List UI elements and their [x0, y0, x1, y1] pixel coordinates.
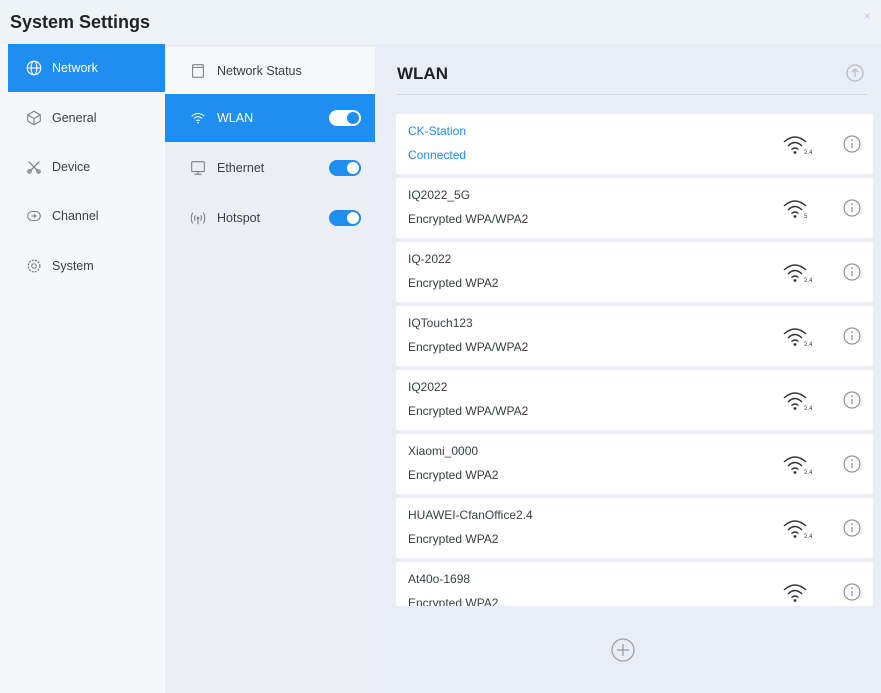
wifi-band-label: 2.4 [804, 534, 813, 540]
globe-icon [24, 58, 44, 78]
network-status: Connected [408, 148, 467, 162]
toggle-knob [347, 162, 359, 174]
network-ssid: IQ2022_5G [408, 188, 471, 202]
info-icon[interactable] [842, 134, 862, 154]
network-list: CK-Station Connected 2.4 IQ2022_5G Encry… [396, 114, 873, 606]
wifi-band-label: 2.4 [804, 342, 813, 348]
network-status: Encrypted WPA/WPA2 [408, 404, 529, 418]
document-icon [187, 60, 209, 82]
info-icon[interactable] [842, 582, 862, 602]
submenu-item-network-status[interactable]: Network Status [165, 47, 375, 95]
submenu-item-label: Network Status [217, 64, 302, 78]
wifi-signal-icon [780, 194, 814, 222]
sidebar-item-channel[interactable]: Channel [8, 192, 165, 240]
sidebar-item-general[interactable]: General [8, 94, 165, 142]
plus-circle-icon [611, 638, 635, 662]
network-row[interactable]: IQ-2022 Encrypted WPA2 2.4 [396, 242, 873, 302]
wifi-icon [187, 107, 209, 129]
wlan-panel: WLAN CK-Station Connected 2.4 IQ2022_5G … [375, 44, 881, 693]
wifi-band-label: 5 [804, 214, 808, 220]
sidebar-item-label: Device [52, 160, 91, 174]
network-ssid: At40o-1698 [408, 572, 471, 586]
info-icon[interactable] [842, 262, 862, 282]
sidebar-item-device[interactable]: Device [8, 143, 165, 191]
sidebar-item-label: Network [52, 61, 98, 75]
network-status: Encrypted WPA2 [408, 532, 499, 546]
hotspot-icon [187, 207, 209, 229]
sidebar-item-system[interactable]: System [8, 242, 165, 290]
network-row[interactable]: Xiaomi_0000 Encrypted WPA2 2.4 [396, 434, 873, 494]
sidebar-item-label: General [52, 111, 97, 125]
sidebar-item-label: System [52, 259, 94, 273]
network-ssid: CK-Station [408, 124, 467, 138]
toggle-knob [347, 112, 359, 124]
add-network-button[interactable] [609, 636, 637, 664]
cube-icon [24, 108, 44, 128]
input-icon [24, 206, 44, 226]
network-row[interactable]: HUAWEI-CfanOffice2.4 Encrypted WPA2 2.4 [396, 498, 873, 558]
network-ssid: IQ2022 [408, 380, 448, 394]
page-title: WLAN [397, 64, 448, 83]
info-icon[interactable] [842, 518, 862, 538]
submenu-item-hotspot[interactable]: Hotspot [165, 194, 375, 242]
wifi-band-label: 2.4 [804, 150, 813, 156]
submenu-item-ethernet[interactable]: Ethernet [165, 144, 375, 192]
network-status: Encrypted WPA2 [408, 596, 499, 606]
network-row[interactable]: At40o-1698 Encrypted WPA2 [396, 562, 873, 606]
network-row[interactable]: IQ2022_5G Encrypted WPA/WPA2 5 [396, 178, 873, 238]
wifi-band-label: 2.4 [804, 278, 813, 284]
submenu-item-label: Hotspot [217, 211, 261, 225]
network-status: Encrypted WPA/WPA2 [408, 212, 529, 226]
info-icon[interactable] [842, 326, 862, 346]
app-title: System Settings [10, 12, 151, 32]
network-ssid: Xiaomi_0000 [408, 444, 479, 458]
submenu-item-label: Ethernet [217, 161, 265, 175]
network-row[interactable]: CK-Station Connected 2.4 [396, 114, 873, 174]
info-icon[interactable] [842, 198, 862, 218]
network-row[interactable]: IQ2022 Encrypted WPA/WPA2 2.4 [396, 370, 873, 430]
network-ssid: IQTouch123 [408, 316, 473, 330]
submenu-item-label: WLAN [217, 111, 254, 125]
sidebar-item-network[interactable]: Network [8, 44, 165, 92]
network-row[interactable]: IQTouch123 Encrypted WPA/WPA2 2.4 [396, 306, 873, 366]
network-ssid: IQ-2022 [408, 252, 452, 266]
wlan-settings-icon[interactable] [845, 63, 865, 83]
tools-icon [24, 157, 44, 177]
settings-window: System Settings × Network General Device [0, 0, 881, 693]
submenu-item-wlan[interactable]: WLAN [165, 94, 375, 142]
sidebar-item-label: Channel [52, 209, 99, 223]
wifi-band-label: 2.4 [804, 406, 813, 412]
close-icon[interactable]: × [861, 10, 873, 22]
title-bar: System Settings × [0, 0, 881, 44]
network-status: Encrypted WPA/WPA2 [408, 340, 529, 354]
wlan-toggle[interactable] [329, 110, 361, 126]
sidebar: Network General Device Channel System [8, 44, 165, 693]
ethernet-icon [187, 157, 209, 179]
hotspot-toggle[interactable] [329, 210, 361, 226]
network-submenu: Network Status WLAN Ethernet Hotspot [165, 44, 375, 693]
network-status: Encrypted WPA2 [408, 276, 499, 290]
toggle-knob [347, 212, 359, 224]
info-icon[interactable] [842, 390, 862, 410]
network-status: Encrypted WPA2 [408, 468, 499, 482]
network-ssid: HUAWEI-CfanOffice2.4 [408, 508, 533, 522]
ethernet-toggle[interactable] [329, 160, 361, 176]
gear-icon [24, 256, 44, 276]
wifi-signal-icon [780, 578, 814, 606]
info-icon[interactable] [842, 454, 862, 474]
title-divider [397, 94, 867, 95]
wifi-band-label: 2.4 [804, 470, 813, 476]
